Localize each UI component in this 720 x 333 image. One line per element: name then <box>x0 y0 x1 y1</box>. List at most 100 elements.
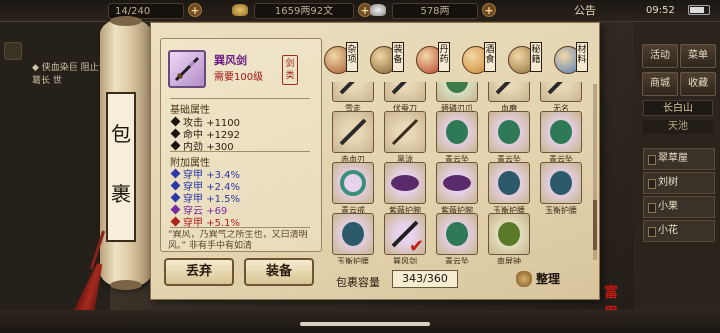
divider <box>170 227 310 228</box>
blade-icon <box>339 82 355 95</box>
clock-time: 09:52 <box>646 5 675 16</box>
home-indicator[interactable] <box>300 322 430 326</box>
inventory-title: 包 裹 <box>106 92 136 242</box>
top-status-bar: 14/240 + 1659两92文 + 578两 + 公告 09:52 <box>0 0 720 22</box>
category-tab[interactable]: 秘籍 <box>508 42 544 78</box>
pendant-icon <box>550 120 572 144</box>
npc-item[interactable]: 小果 <box>643 196 715 218</box>
selected-item-icon <box>168 50 206 88</box>
inventory-slot[interactable] <box>384 111 426 153</box>
ring-icon <box>340 170 366 196</box>
seal-stamp: 富甲 <box>604 285 618 321</box>
silver-amount: 578两 <box>392 3 478 19</box>
grid-scrollbar-thumb[interactable] <box>593 200 597 250</box>
category-label: 材料 <box>576 42 588 72</box>
inventory-slot[interactable] <box>332 82 374 102</box>
inventory-slot[interactable] <box>332 162 374 204</box>
category-label: 杂项 <box>346 42 358 72</box>
belt-icon <box>498 171 520 195</box>
category-tab[interactable]: 酒食 <box>462 42 498 78</box>
item-grid[interactable]: 雪走 伏蚕刀 碧磷刃爪 血磨 无名 赤血刃 黑泷 青云坠 青云坠 青云坠 青云戒 紫薇护腕 紫薇护腕 玉衡… <box>326 82 592 264</box>
capacity-value: 343/360 <box>392 270 458 288</box>
inventory-slot[interactable] <box>436 82 478 102</box>
npc-label: 刘树 <box>658 177 678 188</box>
category-label: 丹药 <box>438 42 450 72</box>
sword-icon <box>174 56 200 82</box>
belt-icon <box>342 222 364 246</box>
menu-button[interactable]: 菜单 <box>680 44 716 68</box>
inventory-title-char: 包 <box>111 122 131 146</box>
blade-icon <box>495 82 511 95</box>
silver-icon <box>370 3 386 19</box>
chat-tab-button[interactable] <box>4 42 22 60</box>
inventory-slot[interactable] <box>384 162 426 204</box>
selected-check-icon: ✔ <box>409 236 425 257</box>
announcement-button[interactable]: 公告 <box>574 3 596 19</box>
equip-button[interactable]: 装备 <box>244 258 314 286</box>
inventory-slot[interactable] <box>540 82 582 102</box>
discard-button[interactable]: 丢弃 <box>164 258 234 286</box>
belt-icon <box>550 171 572 195</box>
activity-label: 活动 <box>650 50 670 61</box>
divider <box>170 151 310 152</box>
pendant-icon <box>498 120 520 144</box>
pendant-icon <box>446 222 468 246</box>
blade-icon <box>547 82 563 95</box>
region-name: 长白山 <box>643 100 713 116</box>
category-tab[interactable]: 丹药 <box>416 42 452 78</box>
inventory-slot[interactable] <box>436 162 478 204</box>
inventory-slot[interactable] <box>384 82 426 102</box>
inventory-slot[interactable] <box>488 111 530 153</box>
shop-button[interactable]: 商城 <box>642 72 678 96</box>
item-name: 巽风剑 <box>214 54 247 67</box>
inventory-slot[interactable] <box>488 162 530 204</box>
npc-label: 小果 <box>658 201 678 212</box>
inventory-slot-label: 玉衡护腰 <box>337 257 369 264</box>
inventory-slot[interactable] <box>436 111 478 153</box>
silver-amount-value: 578两 <box>420 6 450 17</box>
npc-item[interactable]: 刘树 <box>643 172 715 194</box>
inventory-slot-label: 青云坠 <box>445 257 469 264</box>
equip-label: 装备 <box>265 264 292 279</box>
category-tab[interactable]: 材料 <box>554 42 590 78</box>
inventory-slot[interactable]: ✔ <box>384 213 426 257</box>
inventory-slot[interactable] <box>436 213 478 255</box>
item-level-requirement: 需要100级 <box>214 72 264 83</box>
wrist-icon <box>391 175 419 191</box>
inventory-slot[interactable] <box>332 213 374 255</box>
inventory-slot[interactable] <box>488 82 530 102</box>
divider <box>170 98 310 99</box>
add-bag-button[interactable]: + <box>188 3 202 19</box>
activity-button[interactable]: 活动 <box>642 44 678 68</box>
clock: 09:52 <box>646 3 675 19</box>
inventory-title-char: 裹 <box>111 182 131 206</box>
inventory-slot[interactable] <box>540 111 582 153</box>
favorites-label: 收藏 <box>688 78 708 89</box>
item-description[interactable]: “巽风，乃巽气之所生也，又曰清明风。” 非有手中有如清 <box>168 230 314 254</box>
npc-item[interactable]: 翠草屋 <box>643 148 715 170</box>
sort-label: 整理 <box>536 272 561 286</box>
npc-item[interactable]: 小花 <box>643 220 715 242</box>
blade-icon <box>339 118 367 146</box>
inventory-slot-label: 玉衡护腰 <box>545 206 577 215</box>
category-tab[interactable]: 装备 <box>370 42 406 78</box>
inventory-slot-label: 南屏钟 <box>497 257 521 264</box>
pendant-icon <box>446 120 468 144</box>
inventory-slot[interactable] <box>488 213 530 255</box>
wrist-icon <box>443 175 471 191</box>
sort-button[interactable]: 整理 <box>514 268 574 290</box>
shop-label: 商城 <box>650 78 670 89</box>
inventory-slot[interactable] <box>540 162 582 204</box>
sub-region-name: 天池 <box>643 120 713 134</box>
bell-icon <box>498 222 520 246</box>
npc-label: 翠草屋 <box>658 153 688 164</box>
blade-icon <box>391 82 407 95</box>
copper-amount: 1659两92文 <box>254 3 354 19</box>
category-tab[interactable]: 杂项 <box>324 42 360 78</box>
favorites-button[interactable]: 收藏 <box>680 72 716 96</box>
inventory-slot[interactable] <box>332 111 374 153</box>
category-label: 装备 <box>392 42 404 72</box>
category-label: 秘籍 <box>530 42 542 72</box>
plus-icon: + <box>482 3 496 17</box>
add-silver-button[interactable]: + <box>482 3 496 19</box>
